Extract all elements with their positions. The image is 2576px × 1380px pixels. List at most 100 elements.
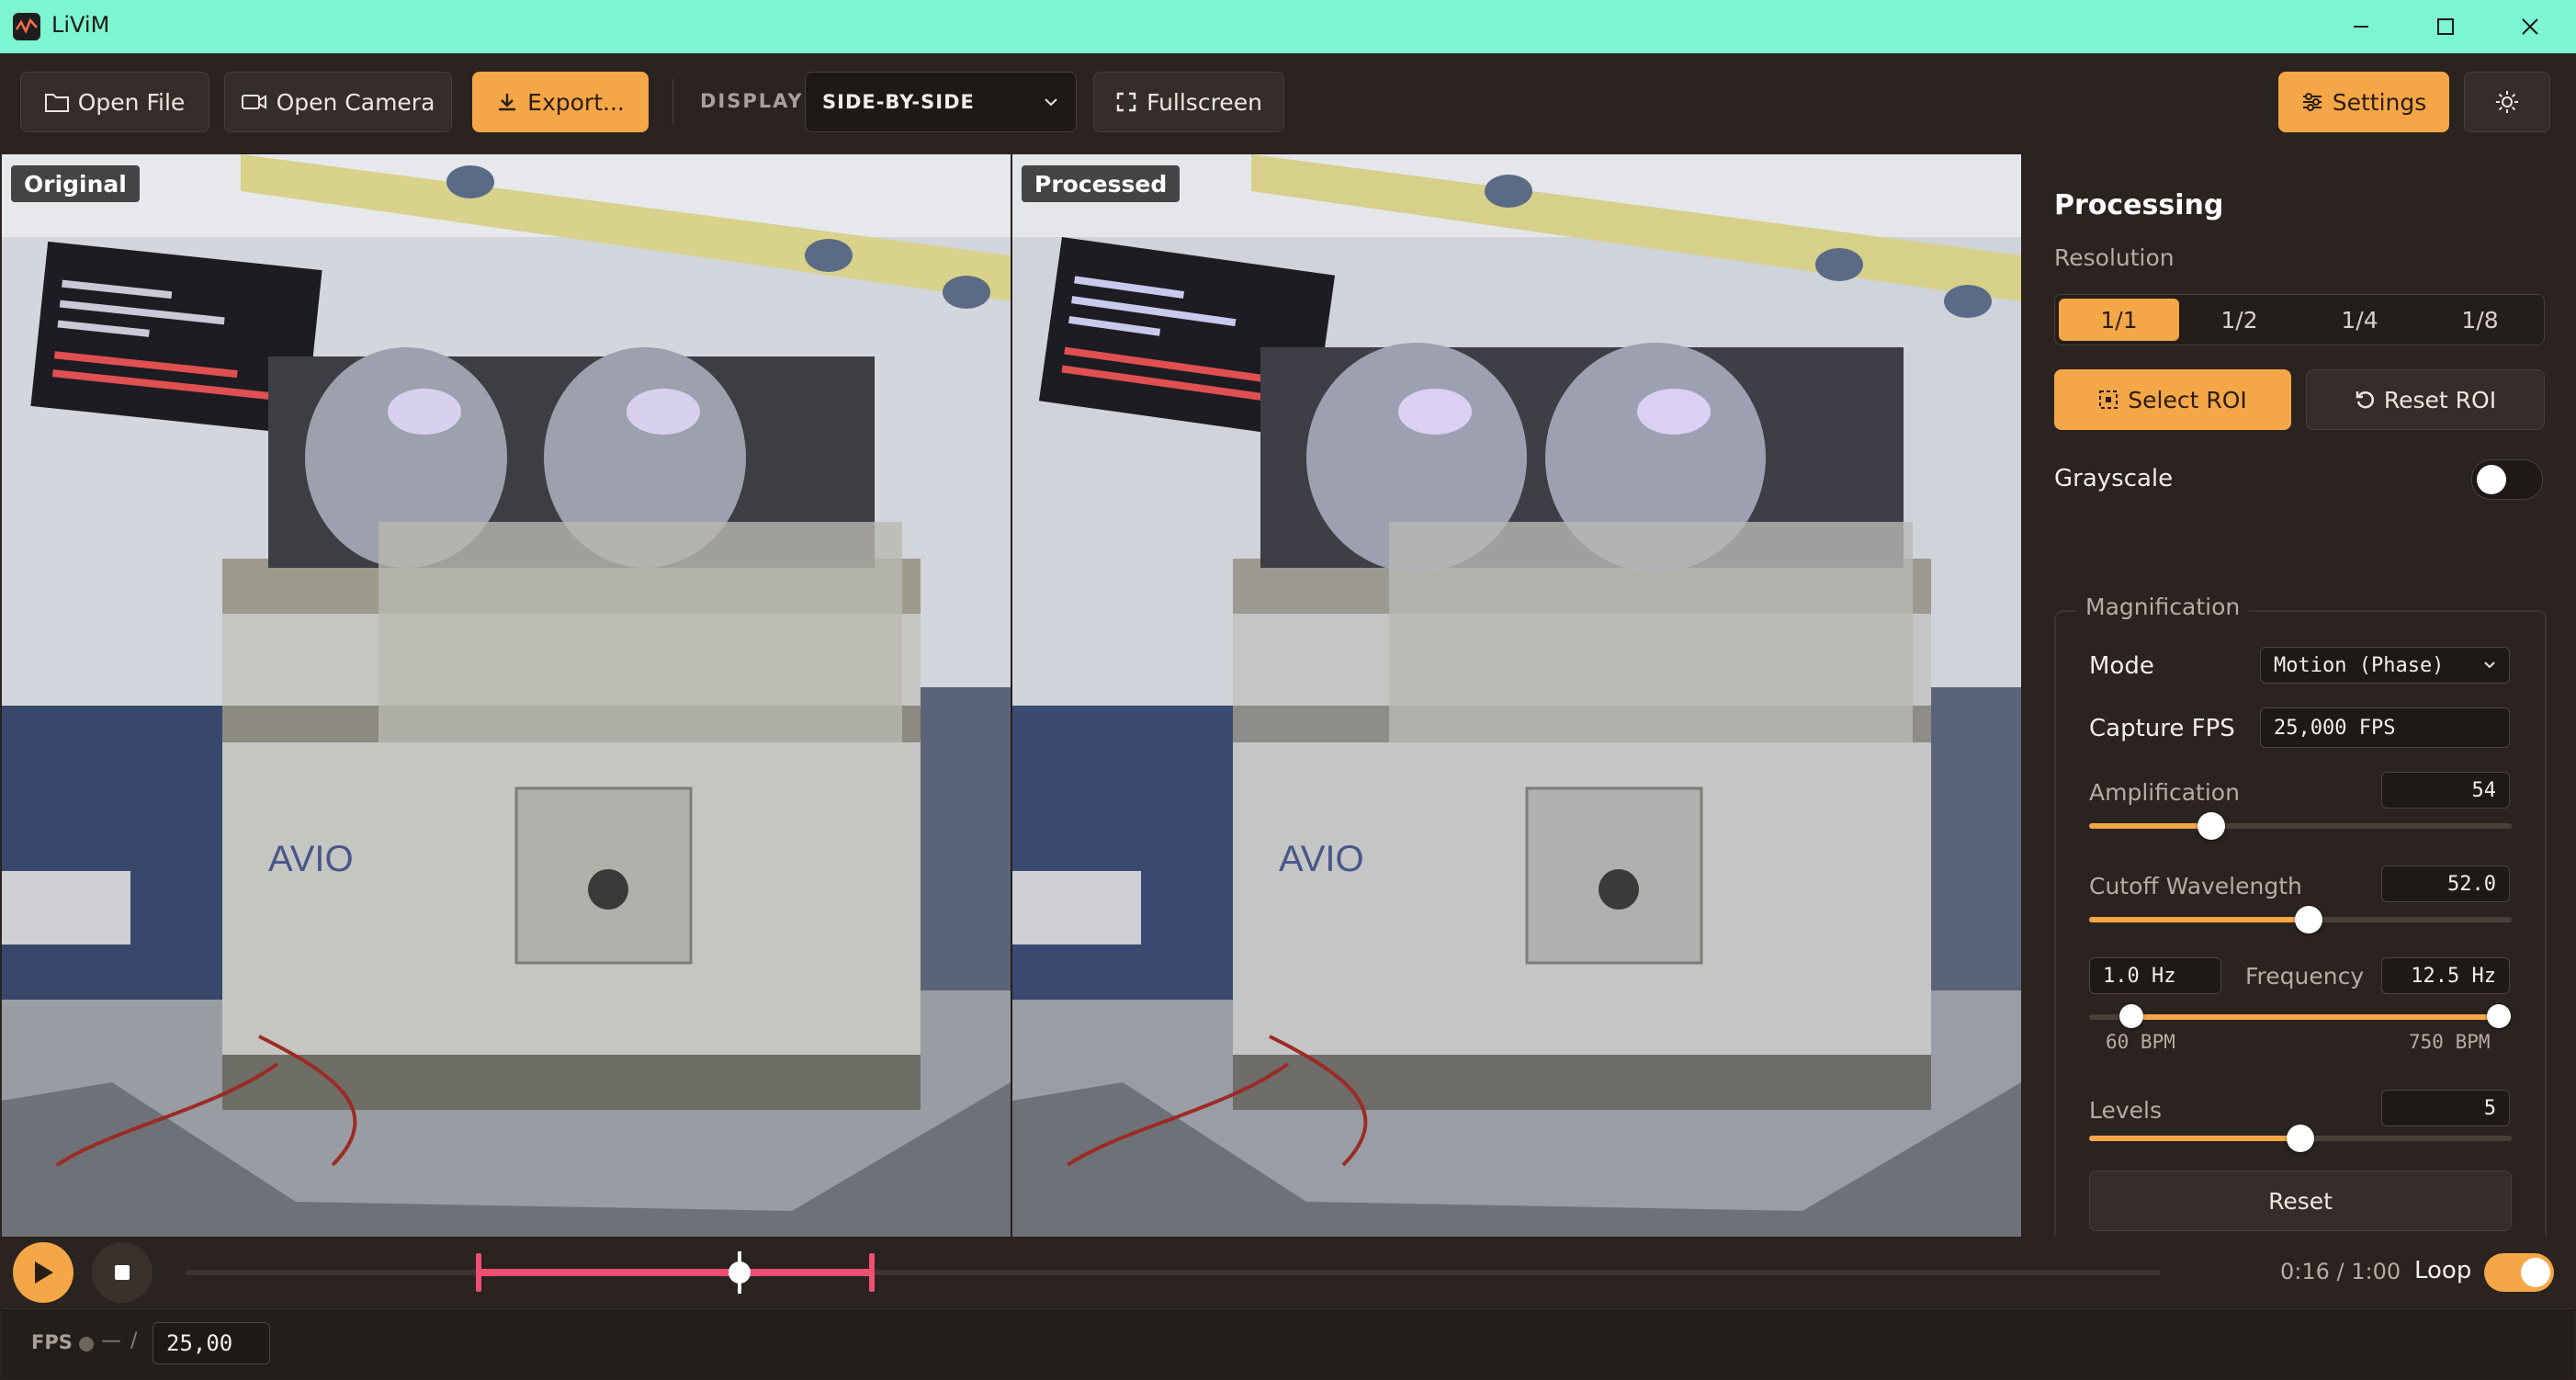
open-camera-button[interactable]: Open Camera	[224, 72, 452, 132]
bpm-low-label: 60 BPM	[2106, 1031, 2175, 1053]
stop-button[interactable]	[92, 1242, 153, 1303]
reset-label: Reset	[2268, 1187, 2333, 1215]
slider-fill	[2131, 1014, 2500, 1020]
levels-label: Levels	[2089, 1097, 2163, 1124]
processed-frame-image: AVIO	[1012, 154, 2021, 1237]
display-mode-value: SIDE-BY-SIDE	[822, 91, 975, 113]
frequency-high-input[interactable]: 12.5 Hz	[2381, 957, 2510, 994]
capture-fps-input[interactable]: 25,000 FPS	[2260, 707, 2510, 748]
sliders-icon	[2302, 93, 2322, 111]
processed-video-view[interactable]: AVIO Processed	[1012, 154, 2021, 1237]
slider-thumb[interactable]	[2198, 812, 2226, 840]
slider-thumb[interactable]	[2295, 906, 2323, 933]
processed-label: Processed	[1022, 165, 1181, 202]
toolbar: Open File Open Camera Export... DISPLAY …	[2, 53, 2574, 154]
cutoff-wavelength-label: Cutoff Wavelength	[2089, 873, 2302, 899]
original-label: Original	[11, 165, 140, 202]
mode-select[interactable]: Motion (Phase)	[2260, 647, 2510, 684]
frequency-low-thumb[interactable]	[2119, 1004, 2143, 1028]
fps-separator: /	[130, 1329, 138, 1352]
mode-label: Mode	[2089, 652, 2154, 680]
resolution-option-1-2[interactable]: 1/2	[2179, 299, 2299, 341]
toggle-knob	[2521, 1258, 2550, 1287]
download-icon	[499, 94, 516, 111]
settings-label: Settings	[2332, 88, 2427, 116]
trim-range	[478, 1269, 871, 1276]
frequency-low-input[interactable]: 1.0 Hz	[2089, 957, 2221, 994]
theme-toggle-button[interactable]	[2464, 72, 2550, 132]
status-bar: FPS — / 25,00	[2, 1308, 2574, 1379]
chevron-down-icon	[1045, 98, 1057, 107]
reset-magnification-button[interactable]: Reset	[2089, 1171, 2512, 1231]
title-bar: LiViM	[0, 0, 2576, 53]
magnification-group: Magnification Mode Motion (Phase) Captur…	[2054, 594, 2547, 1275]
fullscreen-icon	[1116, 92, 1136, 112]
frequency-high-thumb[interactable]	[2487, 1004, 2512, 1028]
display-mode-select[interactable]: SIDE-BY-SIDE	[805, 72, 1077, 132]
bpm-high-label: 750 BPM	[2409, 1031, 2491, 1053]
original-frame-image: AVIO	[2, 154, 1011, 1237]
open-camera-label: Open Camera	[276, 88, 435, 116]
select-roi-button[interactable]: Select ROI	[2054, 369, 2291, 430]
app-logo-icon	[13, 13, 40, 40]
reset-roi-button[interactable]: Reset ROI	[2306, 369, 2545, 430]
play-button[interactable]	[13, 1242, 73, 1303]
export-label: Export...	[527, 88, 625, 116]
svg-text:AVIO: AVIO	[268, 839, 354, 879]
settings-button[interactable]: Settings	[2278, 72, 2449, 132]
app-title: LiViM	[51, 12, 110, 38]
resolution-segmented-control: 1/1 1/2 1/4 1/8	[2054, 294, 2545, 345]
slider-thumb[interactable]	[2287, 1125, 2314, 1152]
resolution-option-1-8[interactable]: 1/8	[2420, 299, 2540, 341]
amplification-input[interactable]: 54	[2381, 772, 2510, 809]
grayscale-label: Grayscale	[2054, 465, 2174, 492]
slider-fill	[2089, 917, 2310, 922]
fps-input[interactable]: 25,00	[153, 1322, 270, 1364]
play-icon	[35, 1261, 53, 1284]
fullscreen-button[interactable]: Fullscreen	[1093, 72, 1284, 132]
resolution-option-1-4[interactable]: 1/4	[2299, 299, 2420, 341]
rotate-ccw-icon	[2356, 391, 2374, 409]
toggle-knob	[2477, 465, 2506, 494]
display-label: DISPLAY	[700, 90, 804, 112]
mode-value: Motion (Phase)	[2274, 653, 2445, 677]
minimize-button[interactable]	[2333, 7, 2389, 46]
folder-icon	[44, 94, 69, 112]
spacecraft: AVIO	[222, 347, 921, 1110]
roi-select-icon	[2099, 390, 2118, 409]
chevron-down-icon	[2484, 662, 2495, 669]
frequency-label: Frequency	[2245, 963, 2365, 990]
cutoff-wavelength-input[interactable]: 52.0	[2381, 865, 2510, 902]
slider-fill	[2089, 1136, 2300, 1141]
resolution-label: Resolution	[2054, 244, 2175, 271]
fullscreen-label: Fullscreen	[1147, 88, 1262, 116]
reset-roi-label: Reset ROI	[2383, 386, 2497, 413]
svg-text:AVIO: AVIO	[1279, 839, 1364, 879]
close-button[interactable]	[2503, 7, 2558, 46]
resolution-option-1-1[interactable]: 1/1	[2059, 299, 2179, 341]
trim-start-handle[interactable]	[476, 1253, 481, 1292]
sun-icon	[2496, 91, 2518, 113]
spacecraft-magnified: AVIO	[1233, 343, 1931, 1110]
capture-fps-label: Capture FPS	[2089, 715, 2235, 742]
select-roi-label: Select ROI	[2128, 386, 2247, 413]
levels-input[interactable]: 5	[2381, 1090, 2510, 1126]
playback-bar: 0:16 / 1:00 Loop	[2, 1237, 2574, 1308]
magnification-legend: Magnification	[2076, 594, 2250, 620]
app-window: Open File Open Camera Export... DISPLAY …	[2, 53, 2574, 1379]
loop-label: Loop	[2414, 1257, 2472, 1284]
export-button[interactable]: Export...	[472, 72, 649, 132]
slider-fill	[2089, 823, 2212, 829]
fps-status-dot	[79, 1337, 94, 1352]
stop-icon	[115, 1265, 130, 1280]
trim-end-handle[interactable]	[869, 1253, 875, 1292]
grayscale-toggle[interactable]	[2471, 459, 2543, 500]
processing-panel: Processing Resolution 1/1 1/2 1/4 1/8 Se…	[2021, 154, 2574, 1275]
original-video-view[interactable]: AVIO Original	[2, 154, 1011, 1237]
timeline-scrubber[interactable]	[186, 1250, 2170, 1295]
amplification-label: Amplification	[2089, 779, 2240, 806]
playhead-handle[interactable]	[729, 1261, 751, 1284]
loop-toggle[interactable]	[2484, 1253, 2554, 1292]
open-file-button[interactable]: Open File	[20, 72, 209, 132]
maximize-button[interactable]	[2418, 7, 2473, 46]
